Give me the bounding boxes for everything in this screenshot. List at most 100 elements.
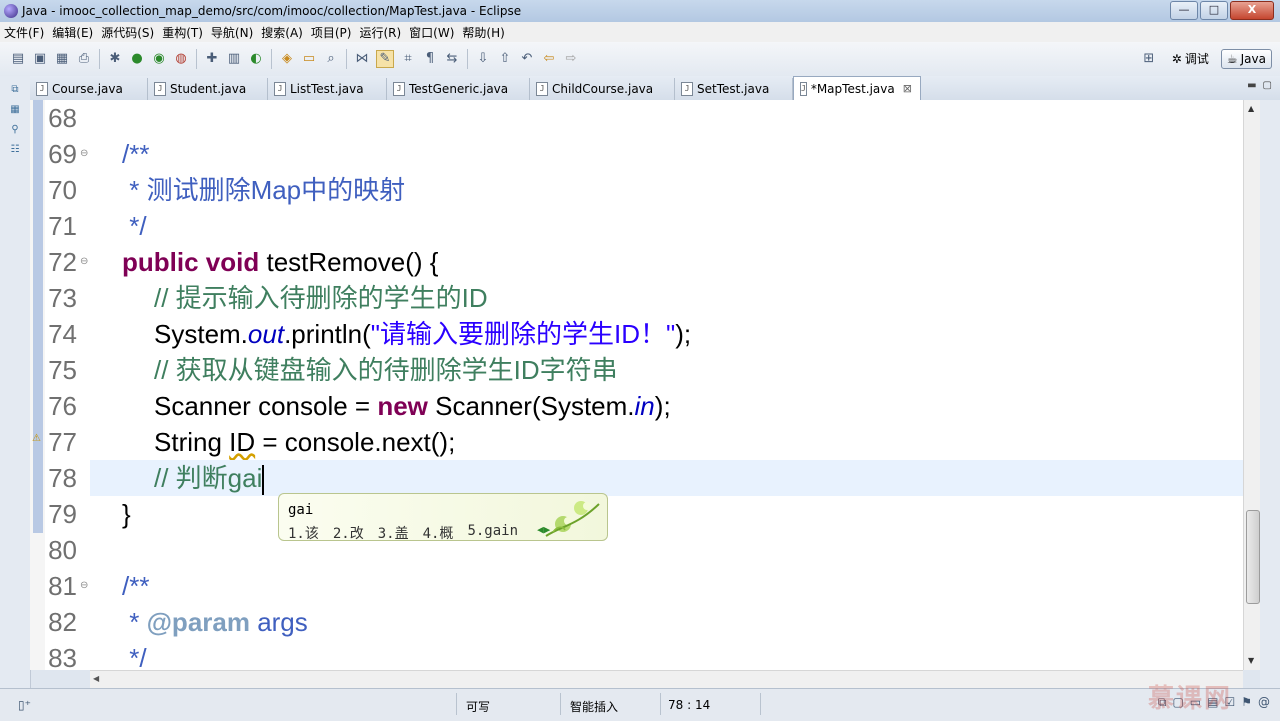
forward-icon[interactable]: ⇨ — [563, 51, 579, 67]
search-icon[interactable]: ⌕ — [323, 51, 339, 67]
menu-file[interactable]: 文件(F) — [0, 24, 48, 41]
code-line[interactable]: */ — [90, 640, 1260, 670]
vertical-scrollbar[interactable]: ▲ ▼ — [1243, 100, 1261, 670]
menu-navigate[interactable]: 导航(N) — [207, 24, 257, 41]
warning-marker-icon[interactable]: ⚠ — [32, 433, 41, 444]
tab-childcourse-java[interactable]: J ChildCourse.java — [530, 78, 675, 100]
code-line[interactable]: // 提示输入待删除的学生的ID — [90, 280, 1260, 316]
block-selection-icon[interactable]: ⌗ — [400, 51, 416, 67]
new-class-icon[interactable]: ◐ — [248, 51, 264, 67]
current-code-line[interactable]: // 判断gai — [90, 460, 1260, 496]
external-tools-icon[interactable]: ◍ — [173, 51, 189, 67]
toggle-word-wrap-icon[interactable]: ⇆ — [444, 51, 460, 67]
code-token: in — [634, 391, 655, 421]
java-perspective-button[interactable]: ☕ Java — [1220, 48, 1272, 69]
window-controls: — □ X — [1170, 1, 1274, 20]
ime-candidate[interactable]: 3.盖 — [378, 523, 409, 543]
new-package-icon[interactable]: ▥ — [226, 51, 242, 67]
tab-listtest-java[interactable]: J ListTest.java — [268, 78, 387, 100]
scrollbar-thumb[interactable] — [1246, 510, 1260, 604]
ime-candidate[interactable]: 5.gain — [467, 523, 518, 543]
fold-toggle-icon[interactable]: ⊖ — [80, 568, 88, 604]
tab-maptest-java[interactable]: J *MapTest.java ⊠ — [793, 76, 921, 100]
next-annotation-icon[interactable]: ⇩ — [475, 51, 491, 67]
ime-candidate[interactable]: 2.改 — [333, 523, 364, 543]
new-file-icon[interactable]: ▤ — [10, 51, 26, 67]
code-line[interactable]: /** — [90, 136, 1260, 172]
run-config-icon[interactable]: ◉ — [151, 51, 167, 67]
debug-perspective-button[interactable]: ✲ 调试 — [1166, 47, 1215, 70]
open-perspective-icon[interactable]: ⊞ — [1141, 51, 1157, 67]
code-token: String — [154, 427, 230, 457]
menu-search[interactable]: 搜索(A) — [257, 24, 307, 41]
maximize-button[interactable]: □ — [1200, 1, 1228, 20]
menu-source[interactable]: 源代码(S) — [97, 24, 158, 41]
save-icon[interactable]: ▣ — [32, 51, 48, 67]
code-line[interactable] — [90, 100, 1260, 136]
tab-settest-java[interactable]: J SetTest.java — [675, 78, 793, 100]
scroll-left-icon[interactable]: ◀ — [93, 674, 99, 683]
scroll-up-icon[interactable]: ▲ — [1248, 104, 1254, 113]
status-divider — [760, 693, 761, 715]
tab-course-java[interactable]: J Course.java — [30, 78, 148, 100]
print-icon[interactable]: ⎙ — [76, 51, 92, 67]
menu-run[interactable]: 运行(R) — [355, 24, 405, 41]
line-number: 79 — [48, 499, 77, 529]
code-line[interactable]: * @param args — [90, 604, 1260, 640]
mark-occurrences-icon[interactable]: ✎ — [376, 50, 394, 68]
run-icon[interactable]: ● — [129, 51, 145, 67]
menu-refactor[interactable]: 重构(T) — [158, 24, 207, 41]
problems-icon[interactable]: ⚑ — [1241, 695, 1252, 710]
bug-icon: ✲ — [1171, 51, 1182, 66]
close-tab-icon[interactable]: ⊠ — [903, 82, 912, 95]
code-editor[interactable]: ⚠ 68 69 ⊖ 70 71 72 ⊖ 73 74 75 76 77 78 79 80 81 ⊖ 82 83 /*… — [30, 100, 1260, 670]
fast-view-icon[interactable]: ▯⁺ — [18, 698, 31, 712]
menu-window[interactable]: 窗口(W) — [405, 24, 458, 41]
scroll-down-icon[interactable]: ▼ — [1248, 656, 1254, 665]
show-whitespace-icon[interactable]: ¶ — [422, 51, 438, 67]
open-type-icon[interactable]: ◈ — [279, 51, 295, 67]
back-icon[interactable]: ⇦ — [541, 51, 557, 67]
hierarchy-icon[interactable]: ⚲ — [9, 124, 21, 136]
debug-icon[interactable]: ✱ — [107, 51, 123, 67]
minimize-editor-icon[interactable]: ▬ — [1247, 80, 1256, 91]
maximize-editor-icon[interactable]: ▢ — [1263, 80, 1272, 91]
tab-student-java[interactable]: J Student.java — [148, 78, 268, 100]
code-line[interactable]: String ID = console.next(); — [90, 424, 1260, 460]
ime-candidate[interactable]: 4.概 — [423, 523, 454, 543]
fold-toggle-icon[interactable]: ⊖ — [80, 136, 88, 172]
package-explorer-icon[interactable]: ▦ — [9, 104, 21, 116]
code-line[interactable] — [90, 532, 1260, 568]
minimize-button[interactable]: — — [1170, 1, 1198, 20]
last-edit-location-icon[interactable]: ↶ — [519, 51, 535, 67]
code-line[interactable]: Scanner console = new Scanner(System.in)… — [90, 388, 1260, 424]
javadoc-icon[interactable]: @ — [1258, 695, 1270, 710]
toggle-breadcrumb-icon[interactable]: ⋈ — [354, 51, 370, 67]
code-line[interactable]: * 测试删除Map中的映射 — [90, 172, 1260, 208]
code-line[interactable]: */ — [90, 208, 1260, 244]
code-area[interactable]: /** * 测试删除Map中的映射 */public void testRemo… — [90, 100, 1260, 670]
code-line[interactable]: // 获取从键盘输入的待删除学生ID字符串 — [90, 352, 1260, 388]
menu-project[interactable]: 项目(P) — [307, 24, 356, 41]
java-file-icon: J — [154, 82, 166, 96]
restore-icon[interactable]: ⧉ — [9, 84, 21, 96]
menu-help[interactable]: 帮助(H) — [458, 24, 508, 41]
menu-edit[interactable]: 编辑(E) — [48, 24, 97, 41]
fold-toggle-icon[interactable]: ⊖ — [80, 244, 88, 280]
outline-icon[interactable]: ☷ — [9, 144, 21, 156]
code-line[interactable]: } — [90, 496, 1260, 532]
tab-testgeneric-java[interactable]: J TestGeneric.java — [387, 78, 530, 100]
imooc-watermark: 慕课网 — [1148, 684, 1233, 714]
prev-annotation-icon[interactable]: ⇧ — [497, 51, 513, 67]
open-folder-icon[interactable]: ▭ — [301, 51, 317, 67]
code-token: ); — [654, 391, 671, 421]
java-file-icon: J — [393, 82, 405, 96]
code-line[interactable]: System.out.println("请输入要删除的学生ID！"); — [90, 316, 1260, 352]
close-button[interactable]: X — [1230, 1, 1274, 20]
save-all-icon[interactable]: ▦ — [54, 51, 70, 67]
code-line[interactable]: public void testRemove() { — [90, 244, 1260, 280]
code-line[interactable]: /** — [90, 568, 1260, 604]
horizontal-scrollbar[interactable]: ◀ — [90, 670, 1243, 689]
new-java-project-icon[interactable]: ✚ — [204, 51, 220, 67]
ime-candidate[interactable]: 1.该 — [288, 523, 319, 543]
